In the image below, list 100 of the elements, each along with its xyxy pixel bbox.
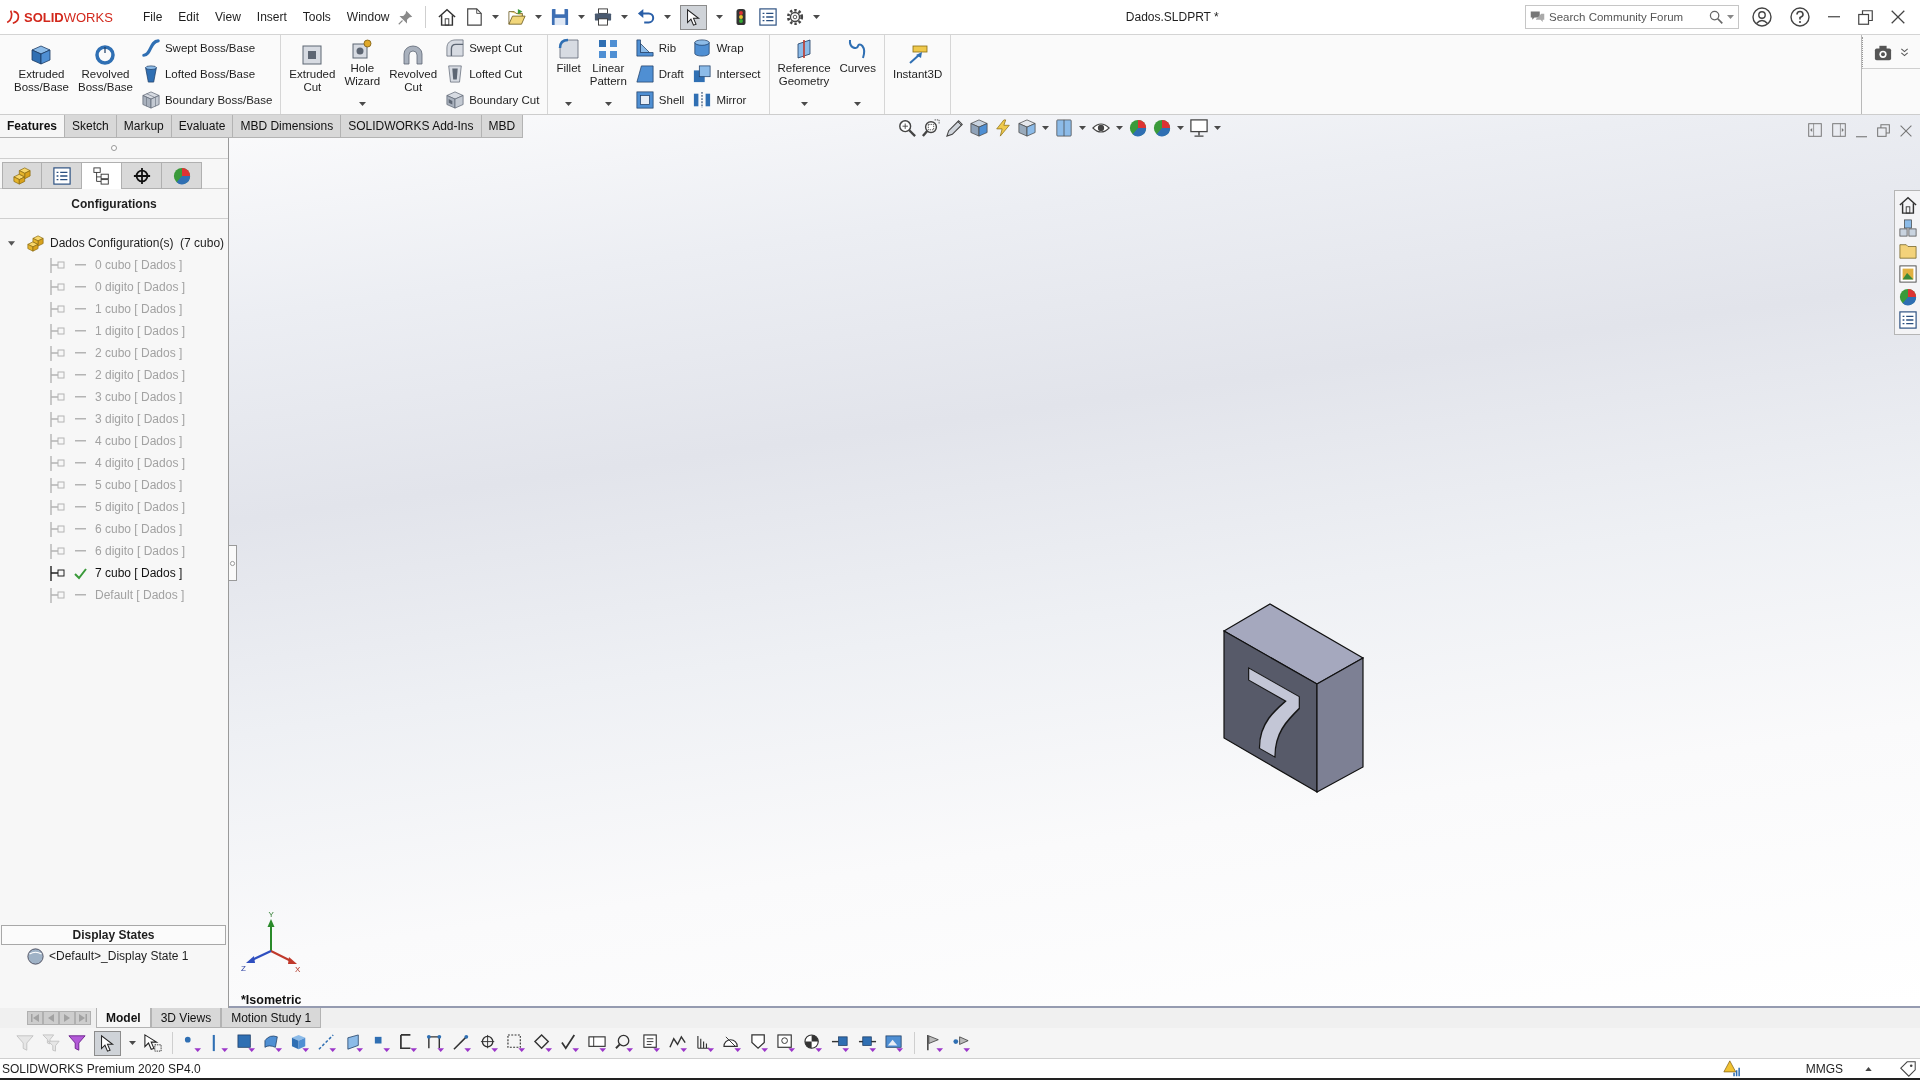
caret-icon[interactable] [577, 15, 585, 19]
revolved-boss-button[interactable]: Revolved Boss/Base [76, 35, 134, 96]
caret-icon[interactable] [1079, 126, 1086, 130]
swept-boss-button[interactable]: Swept Boss/Base [140, 37, 274, 59]
minimize-icon[interactable] [1828, 16, 1840, 18]
close-icon[interactable] [1891, 10, 1905, 24]
pencil-icon[interactable] [946, 119, 964, 137]
user-icon[interactable] [1752, 7, 1772, 27]
help-icon[interactable] [1790, 7, 1810, 27]
caret-icon[interactable] [854, 102, 862, 106]
configuration-item[interactable]: 7 cubo [ Dados ] [95, 566, 183, 580]
caret-icon[interactable] [534, 15, 542, 19]
panel-tab[interactable] [82, 162, 122, 189]
color-ball-icon[interactable] [1898, 288, 1917, 306]
dashed-box-filter-icon[interactable] [507, 1033, 526, 1053]
caret-icon[interactable] [715, 15, 723, 19]
mirror-button[interactable]: Mirror [692, 89, 762, 111]
magnifier-icon[interactable] [898, 119, 916, 137]
view-tab[interactable]: Model [96, 1008, 151, 1028]
blocks-icon[interactable] [27, 234, 44, 252]
funnel-icon[interactable] [68, 1034, 86, 1052]
tag-icon[interactable] [1900, 1060, 1916, 1077]
corner-filter-icon[interactable] [399, 1033, 418, 1053]
fillet-button[interactable]: Fillet [555, 35, 582, 114]
new-file-icon[interactable] [464, 8, 483, 26]
note-filter-icon[interactable] [642, 1033, 661, 1053]
command-tab[interactable]: MBD Dimensions [233, 115, 342, 138]
units-selector[interactable]: MMGS [1805, 1061, 1843, 1076]
check-mark-filter-icon[interactable] [561, 1033, 580, 1053]
menu-item[interactable]: Tools [294, 7, 339, 27]
slash-filter-icon[interactable] [453, 1033, 472, 1053]
wrap-button[interactable]: Wrap [692, 37, 762, 59]
caret-up-icon[interactable] [1865, 1066, 1872, 1071]
reference-geometry-button[interactable]: Reference Geometry [776, 35, 832, 114]
picture-icon[interactable] [1898, 265, 1917, 283]
caret-icon[interactable] [800, 102, 808, 106]
tile-right-icon[interactable] [1832, 123, 1846, 137]
caret-icon[interactable] [491, 15, 499, 19]
select-button[interactable] [679, 4, 707, 30]
folder-icon[interactable] [1898, 242, 1917, 260]
command-tab[interactable]: Evaluate [171, 115, 234, 138]
tile-left-icon[interactable] [1808, 123, 1822, 137]
search-icon[interactable] [1709, 10, 1723, 24]
caret-icon[interactable] [358, 102, 366, 106]
command-tab[interactable]: Markup [116, 115, 172, 138]
face-filter-icon[interactable] [237, 1033, 256, 1053]
menu-item[interactable]: Window [338, 7, 398, 27]
command-tab[interactable]: MBD [481, 115, 524, 138]
list-icon[interactable] [758, 8, 777, 26]
curves-button[interactable]: Curves [838, 35, 877, 114]
caret-icon[interactable] [1116, 126, 1123, 130]
color-ball-icon[interactable] [1153, 119, 1171, 137]
save-icon[interactable] [550, 8, 569, 26]
command-tab[interactable]: Features [0, 115, 66, 138]
menu-item[interactable]: File [135, 7, 171, 27]
caret-icon[interactable] [1214, 126, 1221, 130]
caret-icon[interactable] [812, 15, 820, 19]
color-ball-icon[interactable] [1129, 119, 1147, 137]
search-input[interactable]: Search Community Forum [1549, 11, 1705, 23]
cursor-box-icon[interactable] [144, 1034, 162, 1052]
menu-item[interactable]: Insert [248, 7, 295, 27]
view-tab[interactable]: 3D Views [150, 1008, 222, 1028]
select-button[interactable] [94, 1030, 121, 1056]
lofted-cut-button[interactable]: Lofted Cut [445, 63, 541, 85]
plane-filter-icon[interactable] [345, 1033, 364, 1053]
intersect-button[interactable]: Intersect [692, 63, 762, 85]
stripes-filter-icon[interactable] [696, 1033, 715, 1053]
print-icon[interactable] [593, 8, 612, 26]
home-icon[interactable] [437, 8, 456, 26]
caret-icon[interactable] [620, 15, 628, 19]
pin-icon[interactable] [397, 9, 413, 25]
boundary-boss-button[interactable]: Boundary Boss/Base [140, 89, 274, 111]
lightning-icon[interactable] [994, 119, 1012, 137]
revolved-cut-button[interactable]: Revolved Cut [388, 35, 439, 96]
caret-icon[interactable] [663, 15, 671, 19]
rib-button[interactable]: Rib [634, 37, 686, 59]
draft-button[interactable]: Draft [634, 63, 686, 85]
shaded-block-icon[interactable] [970, 119, 988, 137]
caret-icon[interactable] [129, 1041, 136, 1045]
parts-icon[interactable] [1898, 219, 1917, 237]
surface-filter-icon[interactable] [264, 1033, 283, 1053]
minimize-icon[interactable] [1856, 135, 1867, 137]
extruded-cut-button[interactable]: Extruded Cut [288, 35, 337, 96]
framed-circle-filter-icon[interactable] [777, 1033, 796, 1053]
connector-filter-icon[interactable] [858, 1033, 877, 1053]
edge-filter-icon[interactable] [210, 1033, 229, 1053]
warning-icon[interactable] [1722, 1060, 1740, 1077]
grip-icon[interactable] [111, 145, 117, 151]
zigzag-filter-icon[interactable] [669, 1033, 688, 1053]
display-state-item[interactable]: <Default>_Display State 1 [49, 949, 189, 963]
panel-tab[interactable] [122, 162, 162, 189]
target-filter-icon[interactable] [480, 1033, 499, 1053]
bracket-filter-icon[interactable] [426, 1033, 445, 1053]
hole-wizard-button[interactable]: Hole Wizard [343, 35, 382, 114]
dashed-line-filter-icon[interactable] [318, 1033, 337, 1053]
menu-item[interactable]: Edit [170, 7, 208, 27]
zoom-box-icon[interactable] [922, 119, 940, 137]
pie-filter-icon[interactable] [804, 1033, 823, 1053]
search-box[interactable]: Search Community Forum [1525, 5, 1739, 29]
caret-icon[interactable] [1177, 126, 1184, 130]
